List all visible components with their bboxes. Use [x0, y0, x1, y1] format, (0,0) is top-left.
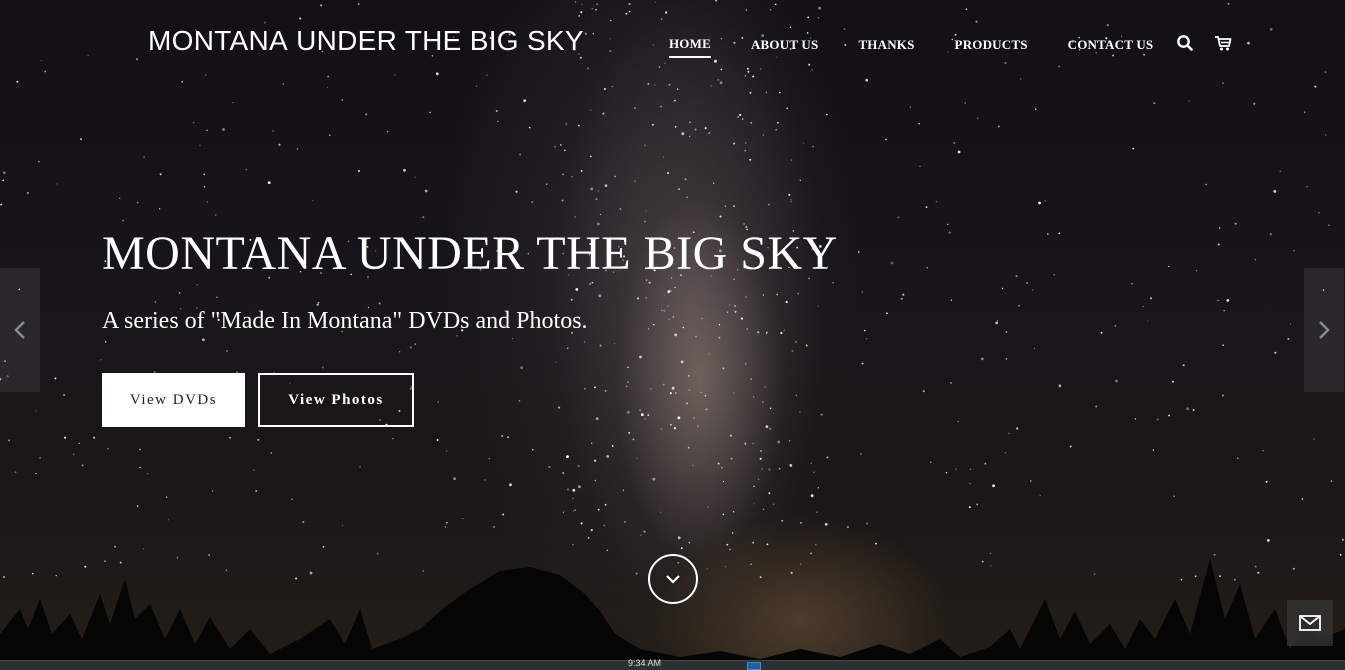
- site-logo[interactable]: MONTANA UNDER THE BIG SKY: [148, 25, 584, 57]
- hero-subtitle: A series of "Made In Montana" DVDs and P…: [102, 308, 588, 334]
- chevron-left-icon: [14, 321, 25, 339]
- nav-item-thanks[interactable]: THANKS: [858, 37, 914, 57]
- chevron-right-icon: [1319, 321, 1330, 339]
- nav-item-contact-us[interactable]: CONTACT US: [1068, 37, 1154, 57]
- logo-text-light: MONTANA: [148, 25, 289, 56]
- scroll-down-button[interactable]: [648, 554, 698, 604]
- mail-icon: [1299, 615, 1321, 631]
- hero-title: MONTANA UNDER THE BIG SKY: [102, 227, 838, 280]
- view-photos-button[interactable]: View Photos: [258, 373, 414, 427]
- nav-item-about-us[interactable]: ABOUT US: [751, 37, 818, 57]
- logo-text-bold: UNDER THE BIG SKY: [296, 25, 584, 56]
- contact-mail-button[interactable]: [1287, 600, 1333, 646]
- slider-prev-button[interactable]: [0, 268, 40, 392]
- view-dvds-button[interactable]: View DVDs: [102, 373, 245, 427]
- nav-item-products[interactable]: PRODUCTS: [955, 37, 1028, 57]
- cart-icon[interactable]: [1214, 34, 1232, 52]
- search-icon[interactable]: [1176, 34, 1194, 52]
- nav-item-home[interactable]: HOME: [669, 36, 711, 58]
- chevron-down-icon: [666, 575, 680, 584]
- slider-next-button[interactable]: [1304, 268, 1344, 392]
- main-nav: HOME ABOUT US THANKS PRODUCTS CONTACT US: [669, 36, 1153, 58]
- taskbar-clock: 9:34 AM: [628, 658, 662, 668]
